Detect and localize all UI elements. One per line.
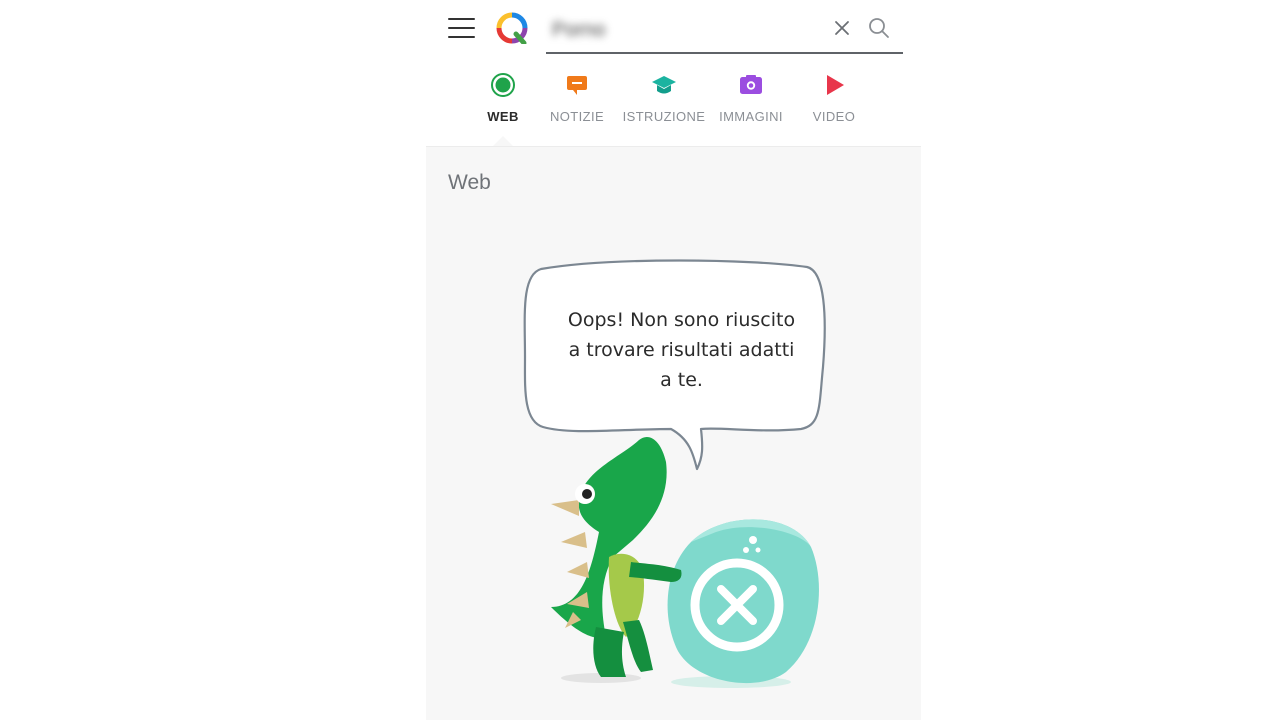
qwant-logo-icon[interactable] <box>496 12 528 44</box>
active-tab-indicator <box>493 136 513 146</box>
section-title: Web <box>448 171 491 194</box>
tab-immagini-label: IMMAGINI <box>719 109 783 124</box>
hamburger-menu-icon[interactable] <box>448 16 476 40</box>
no-results-message: Oops! Non sono riuscito a trovare risult… <box>539 305 824 395</box>
search-bar <box>546 8 903 54</box>
search-input[interactable] <box>550 10 814 50</box>
play-icon <box>827 75 844 95</box>
camera-icon <box>740 75 762 94</box>
tab-notizie-label: NOTIZIE <box>549 109 605 124</box>
magnifier-icon[interactable] <box>868 17 890 39</box>
message-line-3: a te. <box>660 369 703 391</box>
tab-web-label: WEB <box>487 109 519 124</box>
graduation-cap-icon <box>652 76 676 94</box>
tab-istruzione-label: ISTRUZIONE <box>622 109 706 124</box>
news-speech-icon <box>567 76 587 95</box>
tab-istruzione[interactable]: ISTRUZIONE <box>622 72 706 132</box>
tab-immagini[interactable]: IMMAGINI <box>716 72 786 132</box>
tab-video[interactable]: VIDEO <box>809 72 859 132</box>
results-area: Web Oops! Non sono riuscito a trovare ri… <box>426 147 921 720</box>
top-bar: WEB NOTIZIE ISTRUZIONE IMM <box>426 0 921 147</box>
tab-web[interactable]: WEB <box>482 72 524 132</box>
message-line-1: Oops! Non sono riuscito <box>567 309 796 331</box>
web-circle-icon <box>491 73 515 97</box>
tab-notizie[interactable]: NOTIZIE <box>546 72 608 132</box>
tab-video-label: VIDEO <box>812 109 856 124</box>
dinosaur-illustration <box>551 436 819 688</box>
message-line-2: a trovare risultati adatti <box>568 339 795 361</box>
close-x-icon[interactable] <box>832 18 852 38</box>
app-screen: WEB NOTIZIE ISTRUZIONE IMM <box>426 0 921 720</box>
